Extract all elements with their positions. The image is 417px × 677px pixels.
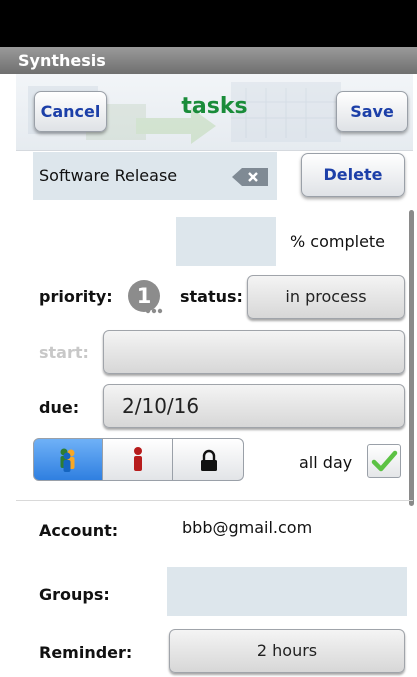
app-titlebar: Synthesis [0,47,417,74]
reminder-label: Reminder: [39,643,133,662]
due-date-picker[interactable]: 2/10/16 [103,384,405,428]
priority-value: 1 [136,284,152,308]
single-person-icon [134,447,142,471]
percent-complete-field[interactable] [176,217,276,266]
system-status-bar [0,0,417,47]
start-date-picker[interactable] [103,330,405,374]
task-name-value: Software Release [39,166,178,185]
priority-badge[interactable]: 1 [124,279,168,315]
groups-field[interactable] [167,567,407,616]
save-button[interactable]: Save [336,91,408,132]
left-frame [0,74,16,677]
status-label: status: [180,287,243,306]
delete-button[interactable]: Delete [301,153,405,197]
lock-icon [201,449,217,471]
groups-label: Groups: [39,585,110,604]
due-label: due: [39,398,80,417]
percent-complete-label: % complete [290,232,386,251]
segment-locked[interactable] [173,438,244,481]
segment-private[interactable] [103,438,173,481]
account-label: Account: [39,521,119,540]
screen-header: Cancel tasks Save [16,74,413,151]
checkmark-icon [371,450,398,472]
status-select[interactable]: in process [247,275,405,319]
all-day-checkbox[interactable] [367,444,401,478]
account-value: bbb@gmail.com [182,518,313,537]
group-people-icon [60,448,75,472]
reminder-select[interactable]: 2 hours [169,629,405,673]
scrollbar[interactable] [409,210,414,506]
priority-label: priority: [39,287,113,306]
start-label: start: [39,343,89,362]
all-day-label: all day [299,453,353,472]
app-name: Synthesis [18,51,106,70]
segment-group-sharing[interactable] [33,438,103,481]
clear-text-icon[interactable] [232,168,268,186]
section-divider [16,500,413,501]
